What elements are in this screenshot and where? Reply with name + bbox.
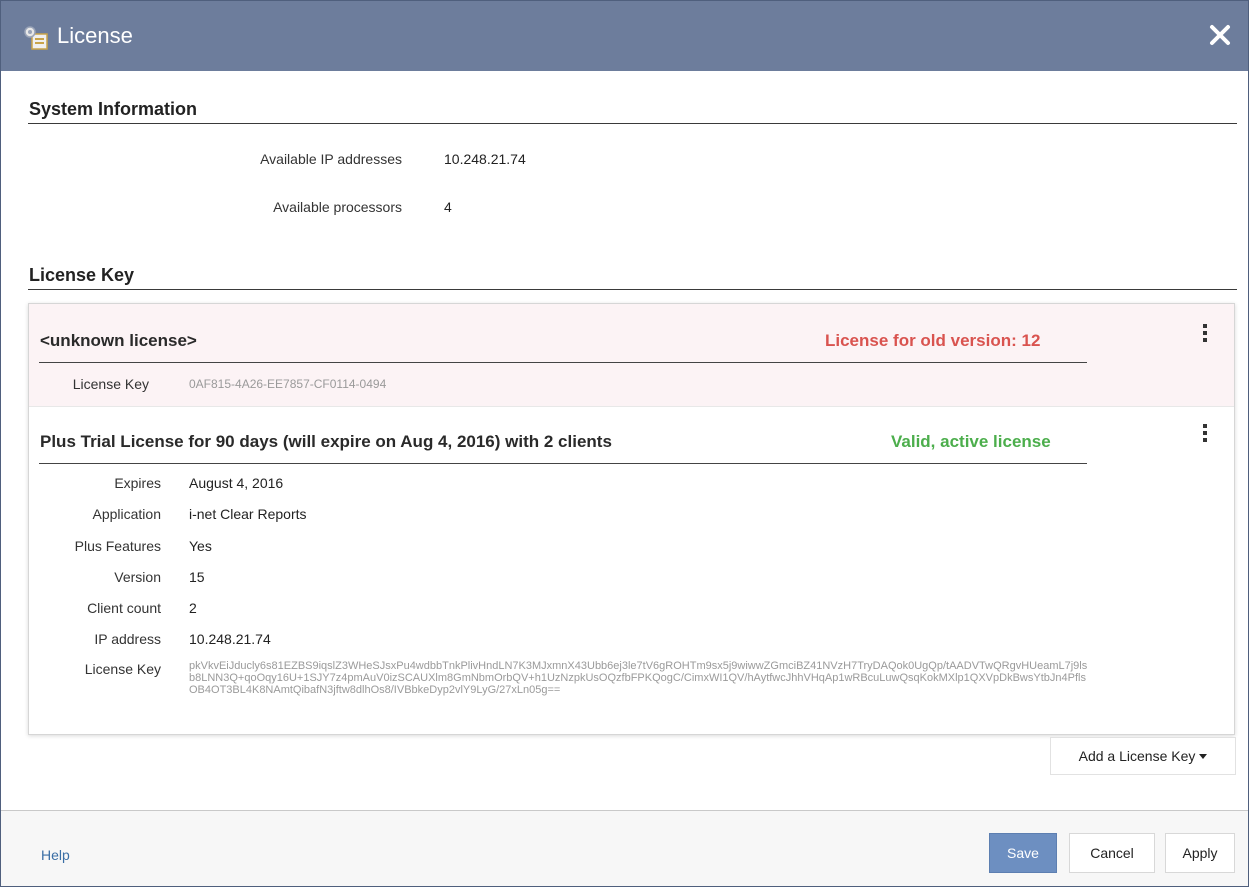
license-status: Valid, active license (891, 432, 1051, 451)
license-title: <unknown license> (40, 331, 197, 350)
license-key-label: License Key (84, 661, 161, 677)
license-divider (39, 362, 1087, 363)
expires-label: Expires (114, 475, 161, 491)
save-button[interactable]: Save (989, 833, 1057, 873)
license-list: <unknown license> License for old versio… (28, 303, 1235, 735)
system-information-heading: System Information (29, 99, 198, 119)
license-icon (24, 26, 48, 50)
section-divider (28, 123, 1237, 124)
license-entry: Plus Trial License for 90 days (will exp… (29, 407, 1234, 734)
application-label: Application (92, 506, 162, 522)
license-dialog: License System Information Available IP … (0, 0, 1249, 887)
license-key-value: pkVkvEiJducly6s81EZBS9iqslZ3WHeSJsxPu4wd… (189, 660, 1088, 696)
expires-value: August 4, 2016 (189, 475, 284, 491)
close-icon[interactable] (1208, 23, 1232, 47)
ip-address-label: IP address (94, 631, 161, 647)
license-entry: <unknown license> License for old versio… (29, 304, 1234, 407)
available-processors-value: 4 (444, 199, 452, 215)
add-license-key-button[interactable]: Add a License Key (1050, 737, 1236, 775)
more-options-icon[interactable] (1201, 424, 1209, 446)
ip-address-value: 10.248.21.74 (189, 631, 271, 647)
version-value: 15 (189, 569, 205, 585)
help-link[interactable]: Help (41, 847, 70, 863)
license-key-label: License Key (72, 376, 149, 392)
dialog-footer: Help Save Cancel Apply (1, 811, 1248, 886)
license-title: Plus Trial License for 90 days (will exp… (40, 432, 612, 451)
add-license-key-label: Add a License Key (1078, 748, 1196, 764)
apply-button[interactable]: Apply (1165, 833, 1235, 873)
license-status: License for old version: 12 (825, 331, 1041, 350)
version-label: Version (114, 569, 161, 585)
available-ip-label: Available IP addresses (260, 151, 402, 167)
cancel-button[interactable]: Cancel (1069, 833, 1155, 873)
client-count-label: Client count (87, 600, 161, 616)
license-key-value: 0AF815-4A26-EE7857-CF0114-0494 (189, 377, 387, 391)
available-processors-label: Available processors (273, 199, 402, 215)
license-key-heading: License Key (29, 265, 135, 285)
application-value: i-net Clear Reports (189, 506, 307, 522)
dialog-title: License (57, 23, 133, 48)
caret-down-icon (1199, 753, 1208, 759)
plus-features-value: Yes (189, 538, 212, 554)
client-count-value: 2 (189, 600, 197, 616)
available-ip-value: 10.248.21.74 (444, 151, 526, 167)
plus-features-label: Plus Features (74, 538, 161, 554)
license-divider (39, 463, 1087, 464)
section-divider (28, 289, 1237, 290)
more-options-icon[interactable] (1201, 324, 1209, 346)
title-bar: License (1, 1, 1248, 71)
